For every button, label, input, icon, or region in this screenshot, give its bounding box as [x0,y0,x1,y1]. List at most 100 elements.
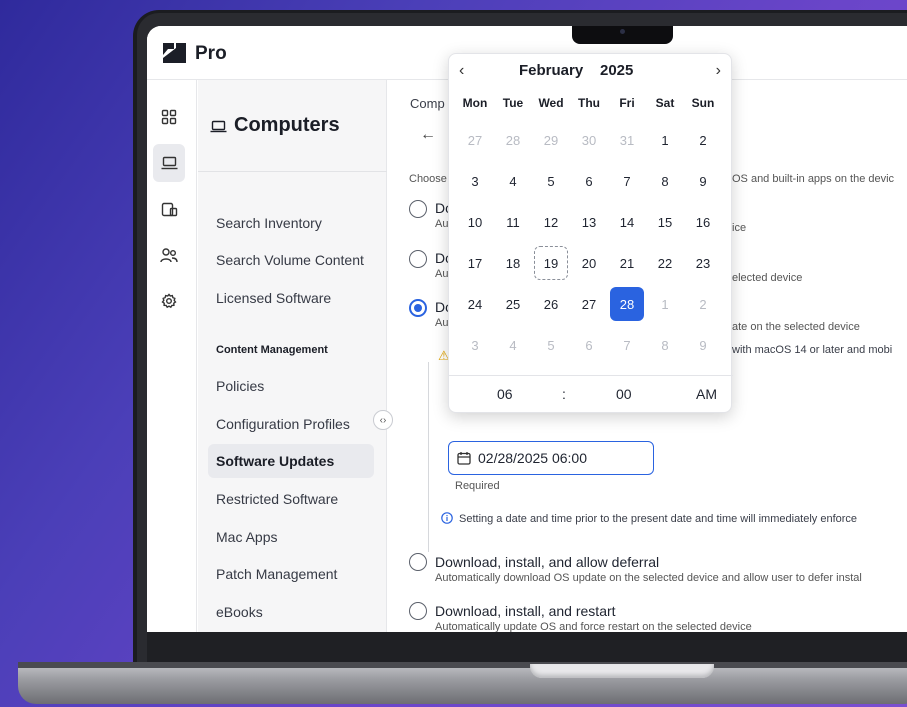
calendar-day[interactable]: 9 [686,328,720,362]
sidebar-item-configuration-profiles[interactable]: Configuration Profiles [208,407,374,441]
gear-icon [161,293,177,309]
calendar-day[interactable]: 7 [610,164,644,198]
calendar-day[interactable]: 14 [610,205,644,239]
calendar-day[interactable]: 16 [686,205,720,239]
calendar-day[interactable]: 27 [458,123,492,157]
calendar-day[interactable]: 26 [534,287,568,321]
calendar-day[interactable]: 4 [496,328,530,362]
laptop-base [18,662,907,704]
calendar-day[interactable]: 28 [496,123,530,157]
calendar-day[interactable]: 8 [648,328,682,362]
option-2-radio[interactable] [409,250,427,268]
calendar-day[interactable]: 9 [686,164,720,198]
datetime-input[interactable]: 02/28/2025 06:00 [448,441,654,475]
calendar-day[interactable]: 6 [572,328,606,362]
rail-devices[interactable] [153,190,185,228]
calendar-day[interactable]: 21 [610,246,644,280]
sidebar-item-policies[interactable]: Policies [208,369,374,403]
calendar-year[interactable]: 2025 [600,62,633,79]
calendar-day[interactable]: 8 [648,164,682,198]
back-arrow-icon[interactable]: ← [420,126,436,144]
breadcrumb: Comp [410,96,445,111]
calendar-day[interactable]: 4 [496,164,530,198]
calendar-day[interactable]: 18 [496,246,530,280]
calendar-day[interactable]: 23 [686,246,720,280]
calendar-day[interactable]: 17 [458,246,492,280]
calendar-day[interactable]: 27 [572,287,606,321]
option-1-radio[interactable] [409,200,427,218]
instructions-text: Choose [409,173,447,185]
laptop-icon [210,120,227,133]
minute-input[interactable]: 00 [616,386,632,402]
info-note-text: Setting a date and time prior to the pre… [459,513,858,525]
weekday-sat: Sat [655,96,675,110]
rail-dashboard[interactable] [153,98,185,136]
calendar-day[interactable]: 25 [496,287,530,321]
next-month-chevron-icon[interactable]: › [716,62,721,80]
calendar-day[interactable]: 2 [686,123,720,157]
meridiem-toggle[interactable]: AM [696,386,717,402]
calendar-day[interactable]: 3 [458,164,492,198]
rail-computers[interactable] [153,144,185,182]
calendar-month[interactable]: February [519,62,583,79]
calendar-day[interactable]: 6 [572,164,606,198]
option-5-title: Download, install, and restart [435,603,616,619]
calendar-day[interactable]: 22 [648,246,682,280]
info-note: Setting a date and time prior to the pre… [441,512,857,525]
sidebar-collapse-toggle[interactable]: ‹› [373,410,393,430]
calendar-day[interactable]: 15 [648,205,682,239]
calendar-day[interactable]: 29 [534,123,568,157]
weekday-thu: Thu [578,96,600,110]
calendar-divider [449,375,733,376]
option-4-radio[interactable] [409,553,427,571]
sidebar-item-ebooks[interactable]: eBooks [208,595,374,629]
sidebar: Computers Search Inventory Search Volume… [198,80,387,632]
calendar-day[interactable]: 5 [534,164,568,198]
calendar-day[interactable]: 31 [610,123,644,157]
icon-rail [147,80,197,632]
option-3-desc-end: ate on the selected device [732,321,860,333]
calendar-day[interactable]: 13 [572,205,606,239]
sidebar-item-search-volume-content[interactable]: Search Volume Content [208,243,374,277]
option-2-desc-end: elected device [732,272,803,284]
calendar-day[interactable]: 1 [648,123,682,157]
sidebar-item-search-inventory[interactable]: Search Inventory [208,206,374,240]
weekday-mon: Mon [462,96,488,110]
option-5-radio[interactable] [409,602,427,620]
datetime-value: 02/28/2025 06:00 [478,450,587,466]
weekday-wed: Wed [538,96,564,110]
jamf-logo-icon [163,43,186,63]
sidebar-item-licensed-software[interactable]: Licensed Software [208,281,374,315]
option-2-desc: Au [435,268,449,280]
rail-settings[interactable] [153,282,185,320]
users-icon [160,247,178,262]
calendar-icon [457,452,471,465]
calendar-day[interactable]: 11 [496,205,530,239]
sidebar-item-restricted-software[interactable]: Restricted Software [208,482,374,516]
prev-month-chevron-icon[interactable]: ‹ [459,62,464,80]
sidebar-item-software-updates[interactable]: Software Updates [208,444,374,478]
calendar-day[interactable]: 10 [458,205,492,239]
calendar-day[interactable]: 3 [458,328,492,362]
warning-text-end: with macOS 14 or later and mobi [732,344,893,356]
calendar-day-today[interactable]: 19 [534,246,568,280]
calendar-day[interactable]: 2 [686,287,720,321]
calendar-day[interactable]: 30 [572,123,606,157]
hour-input[interactable]: 06 [497,386,513,402]
calendar-day[interactable]: 1 [648,287,682,321]
weekday-tue: Tue [502,96,524,110]
sidebar-item-mac-apps[interactable]: Mac Apps [208,520,374,554]
calendar-day[interactable]: 20 [572,246,606,280]
calendar-day[interactable]: 5 [534,328,568,362]
calendar-day[interactable]: 24 [458,287,492,321]
calendar-day-selected[interactable]: 28 [610,287,644,321]
app-screen: Pro Computers Search Inventory Search Vo… [147,26,907,632]
option-3-radio-selected[interactable] [409,299,427,317]
calendar-day[interactable]: 12 [534,205,568,239]
camera-notch [572,26,673,44]
calendar-day[interactable]: 7 [610,328,644,362]
sidebar-item-patch-management[interactable]: Patch Management [208,557,374,591]
rail-users[interactable] [153,236,185,274]
date-picker-popup: ‹ February 2025 › Mon Tue Wed Thu Fri Sat Sun 2… [448,53,733,413]
info-icon [441,512,453,524]
